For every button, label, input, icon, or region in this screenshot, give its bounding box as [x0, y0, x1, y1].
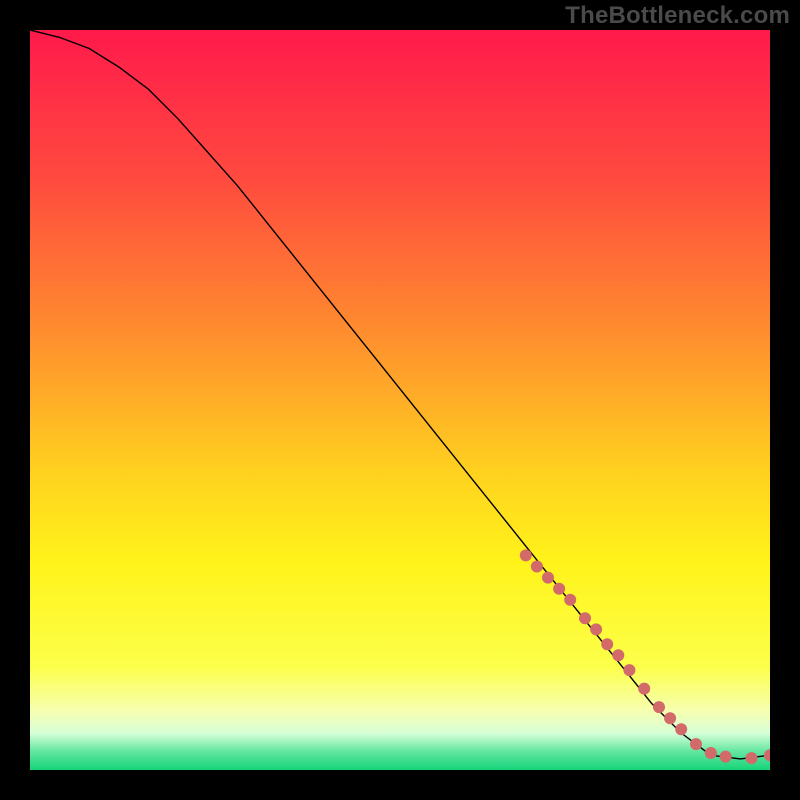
highlight-point: [664, 712, 676, 724]
highlight-point: [690, 738, 702, 750]
chart-svg: [30, 30, 770, 770]
highlight-point: [638, 683, 650, 695]
highlight-point: [705, 747, 717, 759]
highlight-point: [623, 664, 635, 676]
highlight-point: [720, 751, 732, 763]
highlight-point: [590, 623, 602, 635]
highlight-point: [675, 723, 687, 735]
plot-area: [30, 30, 770, 770]
highlight-point: [612, 649, 624, 661]
highlight-point: [601, 638, 613, 650]
chart-frame: TheBottleneck.com: [0, 0, 800, 800]
highlight-point: [520, 549, 532, 561]
watermark-text: TheBottleneck.com: [565, 2, 790, 30]
highlight-point: [531, 561, 543, 573]
highlight-point: [746, 752, 758, 764]
highlight-point: [553, 583, 565, 595]
gradient-background: [30, 30, 770, 770]
highlight-point: [653, 701, 665, 713]
highlight-point: [564, 594, 576, 606]
highlight-point: [542, 572, 554, 584]
highlight-point: [579, 612, 591, 624]
